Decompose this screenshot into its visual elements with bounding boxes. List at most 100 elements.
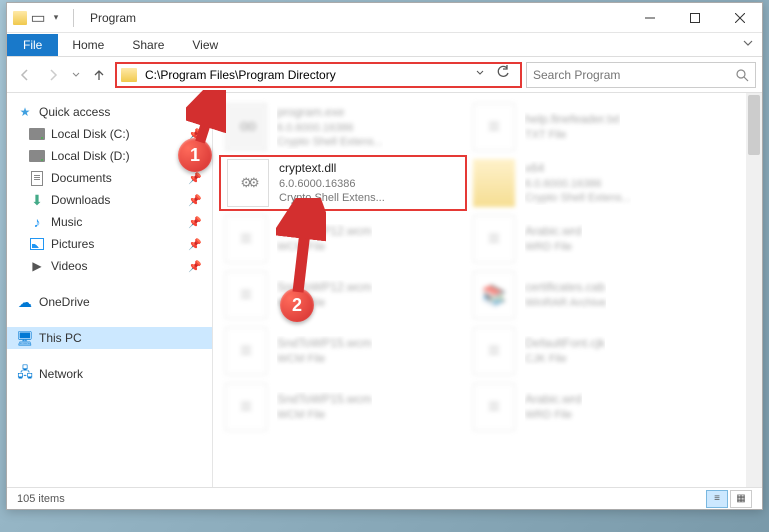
- file-info: help.finefeader.txtTXT File: [525, 112, 620, 142]
- refresh-button[interactable]: [490, 65, 516, 84]
- sidebar-label: Local Disk (C:): [51, 127, 130, 141]
- sidebar-item-local-disk-d[interactable]: Local Disk (D:) 📌: [7, 145, 212, 167]
- qat-properties-icon[interactable]: ▭: [31, 11, 45, 25]
- sidebar-label: Quick access: [39, 105, 110, 119]
- view-details-button[interactable]: ≡: [706, 490, 728, 508]
- minimize-button[interactable]: [627, 3, 672, 33]
- sidebar-this-pc[interactable]: 🖥 This PC: [7, 327, 212, 349]
- sidebar-item-documents[interactable]: Documents 📌: [7, 167, 212, 189]
- pin-icon: 📌: [188, 172, 202, 185]
- file-info: cryptext.dll6.0.6000.16386Crypto Shell E…: [279, 161, 385, 205]
- drive-icon: [29, 148, 45, 164]
- file-info: SndToWP15.wcmWCM File: [277, 392, 372, 422]
- maximize-button[interactable]: [672, 3, 717, 33]
- content-area: ★ Quick access Local Disk (C:) 📌 Local D…: [7, 93, 762, 487]
- file-pane: program.exe6.0.6000.16386Crypto Shell Ex…: [213, 93, 762, 487]
- forward-button[interactable]: [41, 63, 65, 87]
- file-item[interactable]: SndToWP15.wcmWCM File: [219, 323, 467, 379]
- sidebar-item-downloads[interactable]: ⬇ Downloads 📌: [7, 189, 212, 211]
- address-input[interactable]: [141, 68, 470, 82]
- view-icons-button[interactable]: ▦: [730, 490, 752, 508]
- sidebar-label: This PC: [39, 331, 82, 345]
- search-icon: [735, 68, 749, 82]
- sidebar-item-local-disk-c[interactable]: Local Disk (C:) 📌: [7, 123, 212, 145]
- txt-icon: [225, 327, 267, 375]
- file-item[interactable]: Arabic.wrdWRD File: [467, 379, 715, 435]
- arrow-up-icon: [91, 67, 107, 83]
- file-info: SndToWP12.wcmWCM File: [277, 224, 372, 254]
- folder-icon: [121, 68, 137, 82]
- address-bar[interactable]: [115, 62, 522, 88]
- network-icon: 🖧: [17, 366, 33, 382]
- file-item[interactable]: SndToWP12.wcmWCM File: [219, 267, 467, 323]
- pictures-icon: [29, 236, 45, 252]
- file-item[interactable]: SndToWP15.wcmWCM File: [219, 379, 467, 435]
- file-item[interactable]: SndToWP12.wcmWCM File: [219, 211, 467, 267]
- tab-share[interactable]: Share: [118, 34, 178, 56]
- file-subline: Crypto Shell Extens...: [279, 191, 385, 205]
- titlebar-left: ▭ ▾ Program: [7, 9, 142, 27]
- status-text: 105 items: [17, 493, 65, 505]
- pin-icon: 📌: [188, 260, 202, 273]
- file-name: x64: [525, 161, 631, 177]
- folder-icon: [13, 11, 27, 25]
- tab-view[interactable]: View: [178, 34, 232, 56]
- search-input[interactable]: [533, 68, 735, 82]
- sidebar-network[interactable]: 🖧 Network: [7, 363, 212, 385]
- download-icon: ⬇: [29, 192, 45, 208]
- txt-icon: [225, 383, 267, 431]
- qat-dropdown-icon[interactable]: ▾: [49, 11, 63, 25]
- explorer-window: ▭ ▾ Program File Home Share View: [6, 2, 763, 510]
- file-item[interactable]: cryptext.dll6.0.6000.16386Crypto Shell E…: [219, 155, 467, 211]
- file-item[interactable]: program.exe6.0.6000.16386Crypto Shell Ex…: [219, 99, 467, 155]
- titlebar: ▭ ▾ Program: [7, 3, 762, 33]
- file-name: DefaultFont.cjk: [525, 336, 605, 352]
- sidebar-item-videos[interactable]: ▶ Videos 📌: [7, 255, 212, 277]
- file-item[interactable]: DefaultFont.cjkCJK File: [467, 323, 715, 379]
- scrollbar[interactable]: [746, 93, 762, 487]
- up-button[interactable]: [87, 63, 111, 87]
- file-item[interactable]: x646.0.6000.16386Crypto Shell Extens...: [467, 155, 715, 211]
- sidebar-label: Documents: [51, 171, 112, 185]
- close-button[interactable]: [717, 3, 762, 33]
- ribbon-collapse-button[interactable]: [734, 37, 762, 52]
- txt-icon: [473, 383, 515, 431]
- txt-icon: [225, 271, 267, 319]
- sidebar-item-music[interactable]: ♪ Music 📌: [7, 211, 212, 233]
- file-subline: CJK File: [525, 352, 605, 366]
- sidebar-item-pictures[interactable]: Pictures 📌: [7, 233, 212, 255]
- txt-icon: [225, 215, 267, 263]
- address-dropdown[interactable]: [470, 69, 490, 80]
- sidebar-onedrive[interactable]: ☁ OneDrive: [7, 291, 212, 313]
- chevron-down-icon: [476, 69, 484, 77]
- file-item[interactable]: certificates.cabWinRAR Archive: [467, 267, 715, 323]
- file-name: help.finefeader.txt: [525, 112, 620, 128]
- sidebar-label: Music: [51, 215, 82, 229]
- dll-icon: [227, 159, 269, 207]
- arrow-left-icon: [17, 67, 33, 83]
- recent-dropdown[interactable]: [69, 63, 83, 87]
- file-subline: Crypto Shell Extens...: [277, 135, 383, 149]
- file-subline: Crypto Shell Extens...: [525, 191, 631, 205]
- file-name: certificates.cab: [525, 280, 606, 296]
- refresh-icon: [496, 65, 510, 79]
- file-info: program.exe6.0.6000.16386Crypto Shell Ex…: [277, 105, 383, 149]
- file-name: program.exe: [277, 105, 383, 121]
- tab-file[interactable]: File: [7, 34, 58, 56]
- file-name: SndToWP12.wcm: [277, 224, 372, 240]
- file-name: Arabic.wrd: [525, 392, 582, 408]
- file-info: SndToWP15.wcmWCM File: [277, 336, 372, 366]
- sidebar-quick-access[interactable]: ★ Quick access: [7, 101, 212, 123]
- scrollbar-thumb[interactable]: [748, 95, 760, 155]
- file-item[interactable]: help.finefeader.txtTXT File: [467, 99, 715, 155]
- ribbon: File Home Share View: [7, 33, 762, 57]
- pin-icon: 📌: [188, 150, 202, 163]
- file-item[interactable]: Arabic.wrdWRD File: [467, 211, 715, 267]
- search-box[interactable]: [526, 62, 756, 88]
- file-subline: WCM File: [277, 296, 372, 310]
- file-name: Arabic.wrd: [525, 224, 582, 240]
- file-info: Arabic.wrdWRD File: [525, 392, 582, 422]
- file-subline: 6.0.6000.16386: [277, 121, 383, 135]
- tab-home[interactable]: Home: [58, 34, 118, 56]
- back-button[interactable]: [13, 63, 37, 87]
